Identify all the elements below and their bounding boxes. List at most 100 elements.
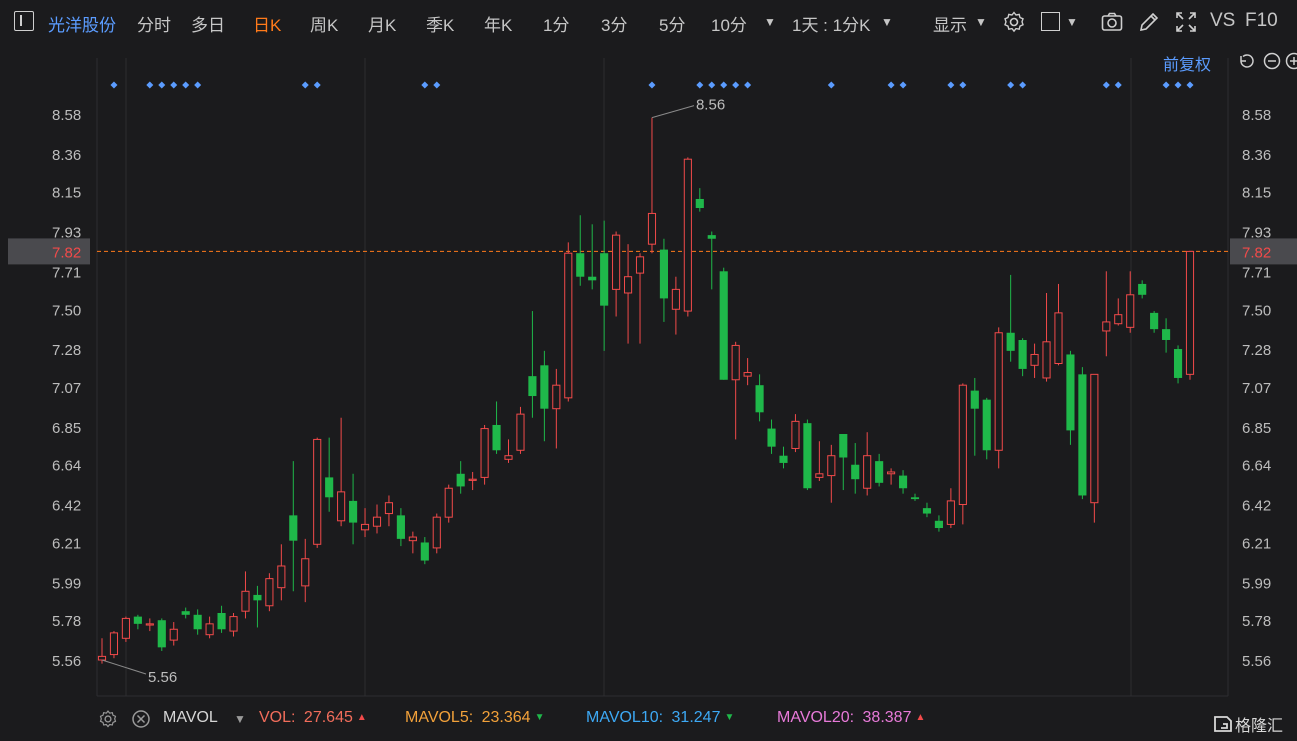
mavol5-readout: MAVOL5: 23.364 ▼ [405, 709, 544, 727]
tab-1min[interactable]: 1分 [543, 11, 569, 36]
candle-body-up [612, 234, 621, 290]
price-tick-right: 7.71 [1242, 264, 1271, 281]
checkbox-icon[interactable] [1041, 12, 1060, 31]
candle-body-down [1162, 329, 1171, 340]
candle-body-down [898, 475, 908, 489]
candle-body-down [193, 614, 202, 630]
candle-body-down [217, 612, 226, 630]
arrow-up-icon: ▲ [915, 712, 926, 724]
tab-duori[interactable]: 多日 [191, 11, 225, 36]
candle-body-down [1018, 339, 1027, 369]
arrow-up-icon: ▲ [356, 712, 367, 724]
close-icon[interactable] [131, 709, 151, 729]
candle-body-up [791, 420, 800, 449]
candle-body-down [767, 428, 776, 447]
candle-body-up [265, 578, 274, 607]
kline-chart[interactable]: 8.58 8.58 8.36 8.36 8.15 8.15 7.93 7.93 7.71 7.71… [0, 44, 1297, 700]
price-tick-left: 7.71 [52, 264, 81, 281]
candle-body-down [600, 253, 609, 306]
price-tick-right: 7.50 [1242, 302, 1271, 319]
candle-body-down [1078, 374, 1087, 496]
tab-quarterly-k[interactable]: 季K [426, 11, 454, 36]
vol-readout: VOL: 27.645 ▲ [259, 709, 367, 727]
indicator-selector[interactable]: MAVOL [163, 709, 218, 727]
candle-body-up [946, 500, 955, 525]
candle-body-down [695, 198, 704, 209]
candle-body-down [1150, 312, 1159, 330]
candle-body-down [875, 461, 884, 483]
chevron-down-icon[interactable]: ▼ [1066, 15, 1078, 29]
candle-body-up [683, 158, 692, 312]
candle-body-down [970, 390, 979, 409]
f10-button[interactable]: F10 [1245, 10, 1278, 32]
vs-button[interactable]: VS [1210, 10, 1235, 32]
candle-body-down [253, 594, 262, 601]
candle-body-down [588, 276, 597, 281]
camera-icon[interactable] [1100, 10, 1124, 34]
period-selector[interactable]: 1天 : 1分K [792, 11, 870, 36]
zoom-out-icon[interactable] [1263, 52, 1281, 70]
display-menu[interactable]: 显示 [933, 11, 967, 36]
price-tick-right: 7.28 [1242, 342, 1271, 359]
candle-body-down [289, 515, 298, 541]
gear-icon[interactable] [1002, 10, 1026, 34]
candle-body-down [1138, 283, 1147, 295]
tab-3min[interactable]: 3分 [601, 11, 627, 36]
chevron-down-icon[interactable]: ▼ [975, 15, 987, 29]
chevron-down-icon[interactable]: ▼ [764, 15, 776, 29]
mavol20-readout: MAVOL20: 38.387 ▲ [777, 709, 925, 727]
candle-body-down [719, 271, 728, 380]
mavol5-label: MAVOL5: [405, 709, 474, 726]
candle-body-up [480, 428, 489, 478]
candle-body-down [396, 515, 405, 539]
zoom-in-icon[interactable] [1285, 52, 1297, 70]
candle-body-up [121, 617, 130, 639]
stock-name[interactable]: 光洋股份 [48, 11, 116, 36]
price-tick-left: 5.78 [52, 613, 81, 630]
candle-body-up [958, 384, 967, 506]
fullscreen-icon[interactable] [1174, 10, 1198, 34]
tab-daily-k[interactable]: 日K [253, 11, 281, 36]
pencil-icon[interactable] [1137, 10, 1161, 34]
price-tick-left: 8.58 [52, 107, 81, 124]
candle-body-down [420, 542, 429, 561]
price-tick-left: 8.36 [52, 147, 81, 164]
undo-icon[interactable] [1237, 52, 1255, 70]
current-price-label-right: 7.82 [1242, 244, 1271, 261]
price-tick-left: 7.07 [52, 380, 81, 397]
tab-yearly-k[interactable]: 年K [484, 11, 512, 36]
price-tick-left: 6.21 [52, 535, 81, 552]
candle-body-up [1114, 314, 1123, 325]
chevron-down-icon[interactable]: ▼ [881, 15, 893, 29]
sidebar-toggle-icon[interactable] [14, 11, 34, 31]
price-tick-right: 5.99 [1242, 575, 1271, 592]
tab-10min[interactable]: 10分 [711, 11, 747, 36]
adjustment-toggle[interactable]: 前复权 [1163, 51, 1211, 75]
price-tick-left: 6.42 [52, 498, 81, 515]
chevron-down-icon[interactable]: ▼ [234, 712, 246, 726]
tab-fenshi[interactable]: 分时 [137, 11, 171, 36]
tab-monthly-k[interactable]: 月K [368, 11, 396, 36]
tab-weekly-k[interactable]: 周K [310, 11, 338, 36]
candle-body-down [1006, 332, 1015, 351]
candle-body-down [982, 399, 991, 451]
candle-body-up [277, 565, 286, 589]
candle-body-down [157, 620, 166, 648]
tab-5min[interactable]: 5分 [659, 11, 685, 36]
candle-body-up [1042, 341, 1051, 379]
mavol10-label: MAVOL10: [586, 709, 664, 726]
candle-body-down [659, 249, 668, 299]
candle-body-up [169, 628, 178, 641]
gear-icon[interactable] [98, 709, 118, 729]
candle-body-up [1126, 294, 1135, 328]
candle-body-up [671, 288, 680, 310]
candle-body-down [707, 235, 716, 239]
candle-body-up [1090, 373, 1099, 504]
vol-label: VOL: [259, 709, 296, 726]
vol-value: 27.645 [303, 709, 353, 726]
candle-body-up [1185, 250, 1195, 375]
candle-body-up [516, 413, 525, 451]
candle-body-down [492, 424, 501, 451]
price-tick-left: 5.56 [52, 653, 81, 670]
candle-body-up [1102, 321, 1111, 332]
